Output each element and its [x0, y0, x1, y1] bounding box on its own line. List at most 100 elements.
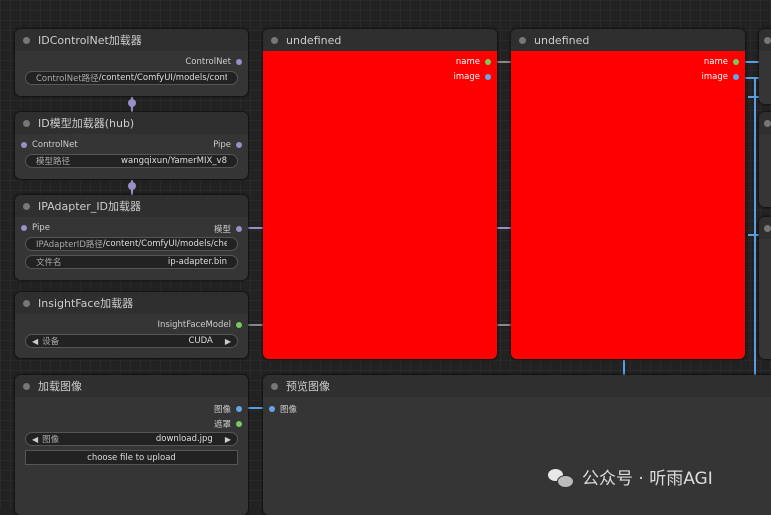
node-ipadapter-loader[interactable]: IPAdapter_ID加载器 Pipe 模型 IPAdapterID路径/co… — [15, 195, 248, 280]
output-name[interactable]: name — [456, 57, 491, 67]
output-image[interactable]: image — [702, 72, 739, 82]
input-pin[interactable] — [21, 225, 27, 231]
output-controlnet[interactable]: ControlNet — [185, 57, 242, 67]
collapse-dot[interactable] — [764, 224, 771, 232]
output-pin[interactable] — [236, 322, 242, 328]
widget-label: 模型路径 — [36, 157, 71, 167]
input-image[interactable]: 图像 — [269, 403, 297, 415]
filename-field[interactable]: 文件名 ip-adapter.bin — [25, 255, 238, 269]
output-pipe[interactable]: Pipe — [213, 140, 242, 150]
input-label: ControlNet — [32, 140, 78, 150]
arrow-left-icon[interactable]: ◀ — [32, 435, 38, 444]
output-label: 图像 — [213, 405, 231, 415]
collapse-dot[interactable] — [764, 119, 771, 127]
node-title: InsightFace加载器 — [38, 297, 134, 310]
node-offscreen-1[interactable] — [759, 29, 771, 104]
preview-area — [511, 51, 745, 359]
node-title: ID模型加载器(hub) — [38, 117, 135, 130]
device-combo[interactable]: ◀ 设备 CUDA ▶ — [25, 334, 238, 348]
watermark: 公众号 · 听雨AGI — [548, 464, 713, 489]
node-title: 预览图像 — [286, 380, 330, 393]
widget-label: 图像 — [42, 435, 60, 445]
output-label: Pipe — [213, 140, 231, 150]
node-offscreen-3[interactable] — [759, 217, 771, 359]
arrow-right-icon[interactable]: ▶ — [225, 337, 231, 346]
input-controlnet[interactable]: ControlNet — [21, 140, 78, 150]
node-insightface-loader[interactable]: InsightFace加载器 InsightFaceModel ◀ 设备 CUDA ▶ — [15, 292, 248, 358]
output-label: name — [703, 57, 728, 67]
arrow-right-icon[interactable]: ▶ — [225, 435, 231, 444]
output-pin[interactable] — [236, 59, 242, 65]
widget-label: ControlNet路径 — [36, 74, 99, 84]
output-image[interactable]: image — [454, 72, 491, 82]
node-idcontrolnet-loader[interactable]: IDControlNet加载器 ControlNet ControlNet路径 /… — [15, 29, 248, 96]
collapse-dot[interactable] — [271, 382, 278, 390]
controlnet-path-field[interactable]: ControlNet路径/content/ComfyUI/models/cont… — [25, 71, 238, 85]
output-label: ControlNet — [185, 57, 231, 67]
widget-value: download.jpg — [155, 434, 213, 444]
node-title: IPAdapter_ID加载器 — [38, 200, 142, 213]
upload-button[interactable]: choose file to upload — [25, 450, 238, 465]
node-title: undefined — [286, 33, 342, 47]
output-label: image — [701, 72, 728, 82]
node-graph-canvas[interactable]: IDControlNet加载器 ControlNet ControlNet路径 /… — [0, 0, 771, 515]
output-label: image — [453, 72, 480, 82]
node-idmodel-loader[interactable]: ID模型加载器(hub) ControlNet Pipe 模型路径 wangqix… — [15, 112, 248, 179]
input-pipe[interactable]: Pipe — [21, 223, 50, 233]
collapse-dot[interactable] — [23, 299, 30, 307]
input-pin[interactable] — [269, 406, 275, 412]
ipadapter-path-field[interactable]: IPAdapterID路径/content/ComfyUI/models/che… — [25, 237, 238, 251]
output-pin[interactable] — [485, 74, 491, 80]
output-insightface-model[interactable]: InsightFaceModel — [157, 320, 242, 330]
collapse-dot[interactable] — [23, 382, 30, 390]
input-pin[interactable] — [21, 142, 27, 148]
collapse-dot[interactable] — [23, 36, 30, 44]
node-undefined-1[interactable]: undefined name image — [263, 29, 497, 359]
widget-value: wangqixun/YamerMIX_v8 — [121, 156, 227, 166]
widget-value: /content/ComfyUI/models/contro — [98, 73, 227, 83]
widget-value: /content/ComfyUI/models/checkp — [102, 239, 227, 249]
output-label: 遮罩 — [213, 420, 231, 430]
widget-label: 文件名 — [36, 258, 62, 268]
output-label: 模型 — [213, 225, 231, 235]
output-image[interactable]: 图像 — [214, 403, 242, 415]
input-label: Pipe — [32, 223, 50, 233]
widget-value: ip-adapter.bin — [167, 257, 227, 267]
widget-label: IPAdapterID路径 — [36, 240, 103, 250]
node-title: 加载图像 — [38, 380, 82, 393]
output-pin[interactable] — [236, 406, 242, 412]
output-pin[interactable] — [236, 421, 242, 427]
arrow-left-icon[interactable]: ◀ — [32, 337, 38, 346]
output-pin[interactable] — [733, 74, 739, 80]
output-label: name — [455, 57, 480, 67]
image-combo[interactable]: ◀ 图像 download.jpg ▶ — [25, 432, 238, 446]
output-pin[interactable] — [236, 226, 242, 232]
output-label: InsightFaceModel — [157, 320, 231, 330]
output-pin[interactable] — [485, 59, 491, 65]
output-mask[interactable]: 遮罩 — [214, 418, 242, 430]
node-title: IDControlNet加载器 — [38, 34, 142, 47]
node-preview-image[interactable]: 预览图像 图像 — [263, 375, 771, 515]
collapse-dot[interactable] — [23, 119, 30, 127]
preview-area — [263, 51, 497, 359]
node-offscreen-2[interactable] — [759, 112, 771, 207]
input-label: 图像 — [280, 405, 298, 415]
collapse-dot[interactable] — [271, 36, 278, 44]
output-name[interactable]: name — [704, 57, 739, 67]
model-path-field[interactable]: 模型路径 wangqixun/YamerMIX_v8 — [25, 154, 238, 168]
widget-value: CUDA — [188, 336, 213, 346]
node-title: undefined — [534, 33, 590, 47]
output-pin[interactable] — [236, 142, 242, 148]
output-pin[interactable] — [733, 59, 739, 65]
collapse-dot[interactable] — [23, 202, 30, 210]
node-load-image[interactable]: 加载图像 图像 遮罩 ◀ 图像 download.jpg ▶ choose file … — [15, 375, 248, 515]
collapse-dot[interactable] — [764, 36, 771, 44]
watermark-text: 公众号 · 听雨AGI — [582, 469, 713, 489]
collapse-dot[interactable] — [519, 36, 526, 44]
reroute-dot-1[interactable] — [128, 99, 136, 107]
widget-label: 设备 — [42, 337, 60, 347]
wechat-icon — [548, 467, 574, 488]
output-model[interactable]: 模型 — [214, 223, 242, 235]
node-undefined-2[interactable]: undefined name image — [511, 29, 745, 359]
reroute-dot-2[interactable] — [128, 182, 136, 190]
